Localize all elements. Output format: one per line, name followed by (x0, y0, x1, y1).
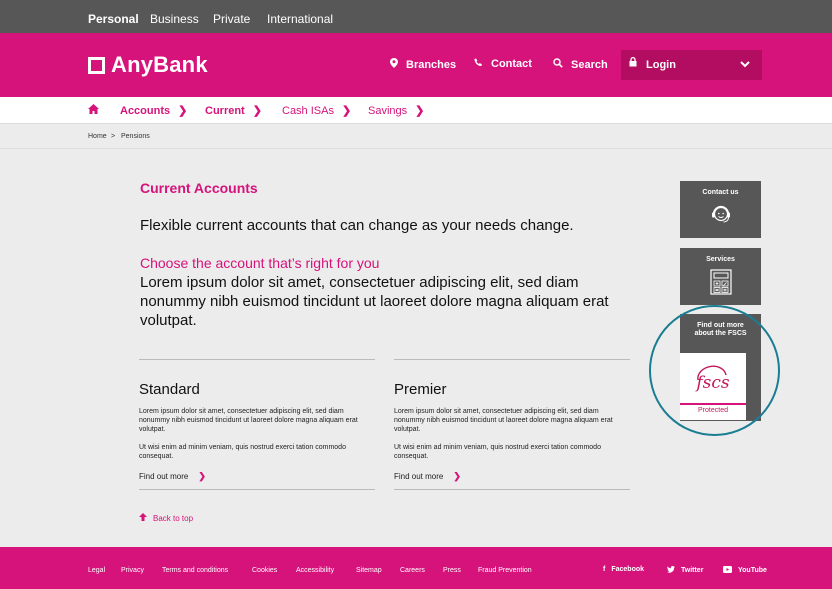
services-tile[interactable]: Services (680, 248, 761, 305)
footer-link-cookies[interactable]: Cookies (252, 567, 277, 574)
product-nav-accounts[interactable]: Accounts ❯ (120, 104, 188, 118)
chevron-down-icon[interactable] (740, 57, 750, 71)
login-label: Login (646, 59, 676, 71)
account-description: Ut wisi enim ad minim veniam, quis nostr… (139, 444, 346, 460)
branches-label: Branches (406, 58, 457, 71)
top-nav-private[interactable]: Private (213, 12, 250, 26)
facebook-icon: f (603, 566, 606, 573)
chevron-right-icon: ❯ (178, 105, 188, 117)
footer-link-legal[interactable]: Legal (88, 567, 105, 574)
lock-icon (629, 56, 637, 70)
footer-link-sitemap[interactable]: Sitemap (356, 567, 382, 574)
main-content: Current Accounts Flexible current accoun… (0, 149, 832, 547)
arrow-up-icon (139, 513, 147, 523)
page-title: Current Accounts (140, 180, 258, 196)
breadcrumb-home[interactable]: Home (88, 133, 107, 140)
phone-icon (474, 58, 483, 70)
home-icon[interactable] (88, 103, 99, 117)
social-twitter[interactable]: Twitter (667, 566, 703, 575)
footer-link-terms[interactable]: Terms and conditions (162, 567, 228, 574)
chevron-right-icon: ❯ (198, 471, 206, 481)
branches-link[interactable]: Branches (390, 58, 456, 71)
find-out-more-link[interactable]: Find out more ❯ (139, 471, 375, 482)
brand-logo[interactable]: AnyBank (88, 52, 208, 77)
site-header: AnyBank Branches Contact Search Login (0, 33, 832, 97)
search-label: Search (571, 58, 608, 71)
map-pin-icon (390, 58, 398, 71)
youtube-icon (723, 566, 732, 575)
product-nav-label: Current (205, 104, 245, 117)
top-bar: Personal Business Private International (0, 0, 832, 33)
product-nav-cash-isas[interactable]: Cash ISAs ❯ (282, 104, 352, 118)
logo-square-icon (88, 56, 105, 74)
login-button[interactable]: Login (621, 50, 762, 80)
top-nav-business[interactable]: Business (150, 12, 199, 26)
find-out-more-label: Find out more (139, 472, 189, 481)
product-nav-label: Savings (368, 104, 408, 117)
account-card-premier: Premier Lorem ipsum dolor sit amet, cons… (394, 359, 630, 490)
chevron-right-icon: ❯ (453, 471, 461, 481)
contact-us-label: Contact us (702, 189, 739, 196)
footer-link-careers[interactable]: Careers (400, 567, 425, 574)
product-nav-label: Cash ISAs (282, 104, 334, 117)
back-to-top-link[interactable]: Back to top (139, 513, 193, 523)
section-subheading: Choose the account that’s right for you (140, 255, 380, 271)
divider (139, 359, 375, 360)
search-link[interactable]: Search (553, 58, 608, 71)
chevron-right-icon: ❯ (415, 105, 425, 117)
breadcrumb-separator: > (111, 133, 116, 140)
divider (394, 359, 630, 360)
chevron-right-icon: ❯ (252, 105, 262, 117)
services-label: Services (706, 256, 735, 263)
body-text: Lorem ipsum dolor sit amet, consectetuer… (140, 274, 609, 329)
social-facebook[interactable]: f Facebook (603, 566, 644, 573)
social-youtube-label: YouTube (738, 567, 767, 574)
page: Personal Business Private International … (0, 0, 832, 589)
social-twitter-label: Twitter (681, 567, 704, 574)
account-description: Ut wisi enim ad minim veniam, quis nostr… (394, 444, 601, 460)
find-out-more-label: Find out more (394, 472, 444, 481)
brand-name: AnyBank (111, 52, 208, 77)
account-heading: Standard (139, 381, 200, 398)
account-description: Lorem ipsum dolor sit amet, consectetuer… (139, 408, 358, 433)
account-card-standard: Standard Lorem ipsum dolor sit amet, con… (139, 359, 375, 490)
account-description: Lorem ipsum dolor sit amet, consectetuer… (394, 408, 613, 433)
product-nav-label: Accounts (120, 104, 171, 117)
find-out-more-link[interactable]: Find out more ❯ (394, 471, 630, 482)
calculator-icon (680, 269, 761, 300)
twitter-icon (667, 566, 675, 575)
product-nav: Accounts ❯ Current ❯ Cash ISAs ❯ Savings… (0, 97, 832, 123)
chevron-right-icon: ❯ (341, 105, 352, 117)
product-nav-current[interactable]: Current ❯ (205, 104, 262, 118)
divider (394, 489, 630, 490)
breadcrumb: Home > Pensions (0, 123, 832, 149)
lead-text: Flexible current accounts that can chang… (140, 217, 574, 234)
footer-link-press[interactable]: Press (443, 567, 461, 574)
headset-icon (680, 203, 761, 230)
contact-link[interactable]: Contact (474, 58, 532, 70)
fscs-highlight-ring (649, 305, 780, 436)
site-footer: Legal Privacy Terms and conditions Cooki… (0, 547, 832, 589)
top-nav-international[interactable]: International (267, 12, 333, 26)
footer-link-privacy[interactable]: Privacy (121, 567, 144, 574)
back-to-top-label: Back to top (153, 513, 194, 523)
social-youtube[interactable]: YouTube (723, 566, 767, 575)
divider (139, 489, 375, 490)
contact-label: Contact (491, 58, 532, 70)
top-nav-personal[interactable]: Personal (88, 12, 139, 26)
account-heading: Premier (394, 381, 447, 398)
footer-link-accessibility[interactable]: Accessibility (296, 567, 334, 574)
breadcrumb-current: Pensions (121, 133, 150, 140)
contact-us-tile[interactable]: Contact us (680, 181, 761, 238)
social-facebook-label: Facebook (611, 566, 645, 573)
product-nav-savings[interactable]: Savings ❯ (368, 104, 425, 118)
search-icon (553, 58, 563, 71)
footer-link-fraud-prevention[interactable]: Fraud Prevention (478, 567, 532, 574)
